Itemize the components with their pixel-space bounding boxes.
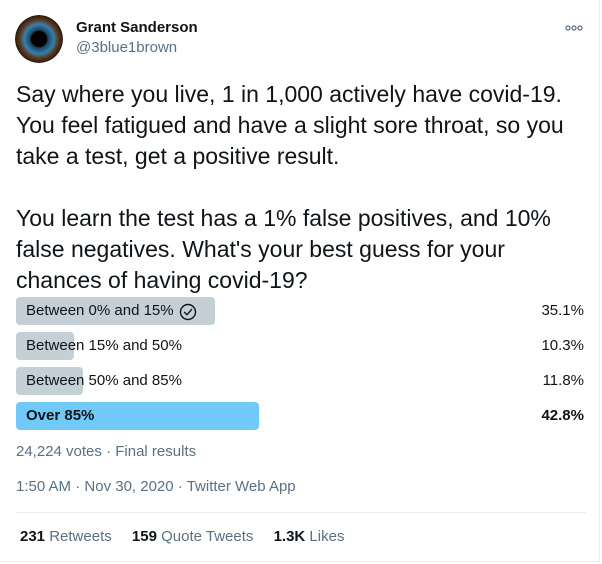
poll-option-label: Between 0% and 15% xyxy=(26,302,174,319)
poll-option-percent: 35.1% xyxy=(541,302,584,319)
poll-option-label: Between 50% and 85% xyxy=(26,372,182,389)
tweet-date[interactable]: Nov 30, 2020 xyxy=(84,478,173,495)
separator: · xyxy=(71,478,85,495)
tweet-time[interactable]: 1:50 AM xyxy=(16,478,71,495)
poll-option-percent: 10.3% xyxy=(541,337,584,354)
poll-votes: 24,224 votes xyxy=(16,443,102,460)
author-handle[interactable]: @3blue1brown xyxy=(76,39,177,56)
retweets-stat[interactable]: 231 Retweets xyxy=(20,528,112,545)
quote-tweets-stat[interactable]: 159 Quote Tweets xyxy=(132,528,253,545)
likes-stat[interactable]: 1.3K Likes xyxy=(274,528,345,545)
likes-label: Likes xyxy=(309,528,345,545)
divider xyxy=(16,512,586,513)
eye-iris-avatar-icon xyxy=(15,15,63,63)
poll-status: Final results xyxy=(115,443,197,460)
tweet-source[interactable]: Twitter Web App xyxy=(187,478,296,495)
separator: · xyxy=(101,443,116,460)
retweets-label: Retweets xyxy=(49,528,112,545)
author-name[interactable]: Grant Sanderson xyxy=(76,19,198,36)
tweet-timestamp: 1:50 AM · Nov 30, 2020 · Twitter Web App xyxy=(16,478,296,495)
tweet-paragraph: You learn the test has a 1% false positi… xyxy=(16,205,551,293)
check-circle-icon xyxy=(179,302,197,321)
avatar[interactable] xyxy=(15,15,63,63)
tweet-text: Say where you live, 1 in 1,000 actively … xyxy=(16,79,588,296)
poll-option-percent: 42.8% xyxy=(541,407,584,424)
separator: · xyxy=(173,478,187,495)
quote-tweets-label: Quote Tweets xyxy=(161,528,254,545)
tweet-paragraph: Say where you live, 1 in 1,000 actively … xyxy=(16,81,564,169)
more-options-icon[interactable] xyxy=(560,20,588,38)
poll-option[interactable]: Over 85% 42.8% xyxy=(16,401,586,431)
tweet-card: Grant Sanderson @3blue1brown Say where y… xyxy=(0,0,600,562)
poll-option[interactable]: Between 15% and 50% 10.3% xyxy=(16,331,586,361)
retweets-count: 231 xyxy=(20,528,46,545)
poll: Between 0% and 15% 35.1% Between 15% and… xyxy=(16,296,586,436)
poll-option-percent: 11.8% xyxy=(542,372,584,389)
poll-summary: 24,224 votes · Final results xyxy=(16,443,196,460)
quote-tweets-count: 159 xyxy=(131,528,157,545)
poll-option-label: Between 15% and 50% xyxy=(26,337,182,354)
engagement-stats: 231 Retweets 159 Quote Tweets 1.3K Likes xyxy=(20,528,360,545)
likes-count: 1.3K xyxy=(273,528,306,545)
poll-option-label: Over 85% xyxy=(26,407,95,424)
poll-option[interactable]: Between 50% and 85% 11.8% xyxy=(16,366,586,396)
poll-option[interactable]: Between 0% and 15% 35.1% xyxy=(16,296,586,326)
